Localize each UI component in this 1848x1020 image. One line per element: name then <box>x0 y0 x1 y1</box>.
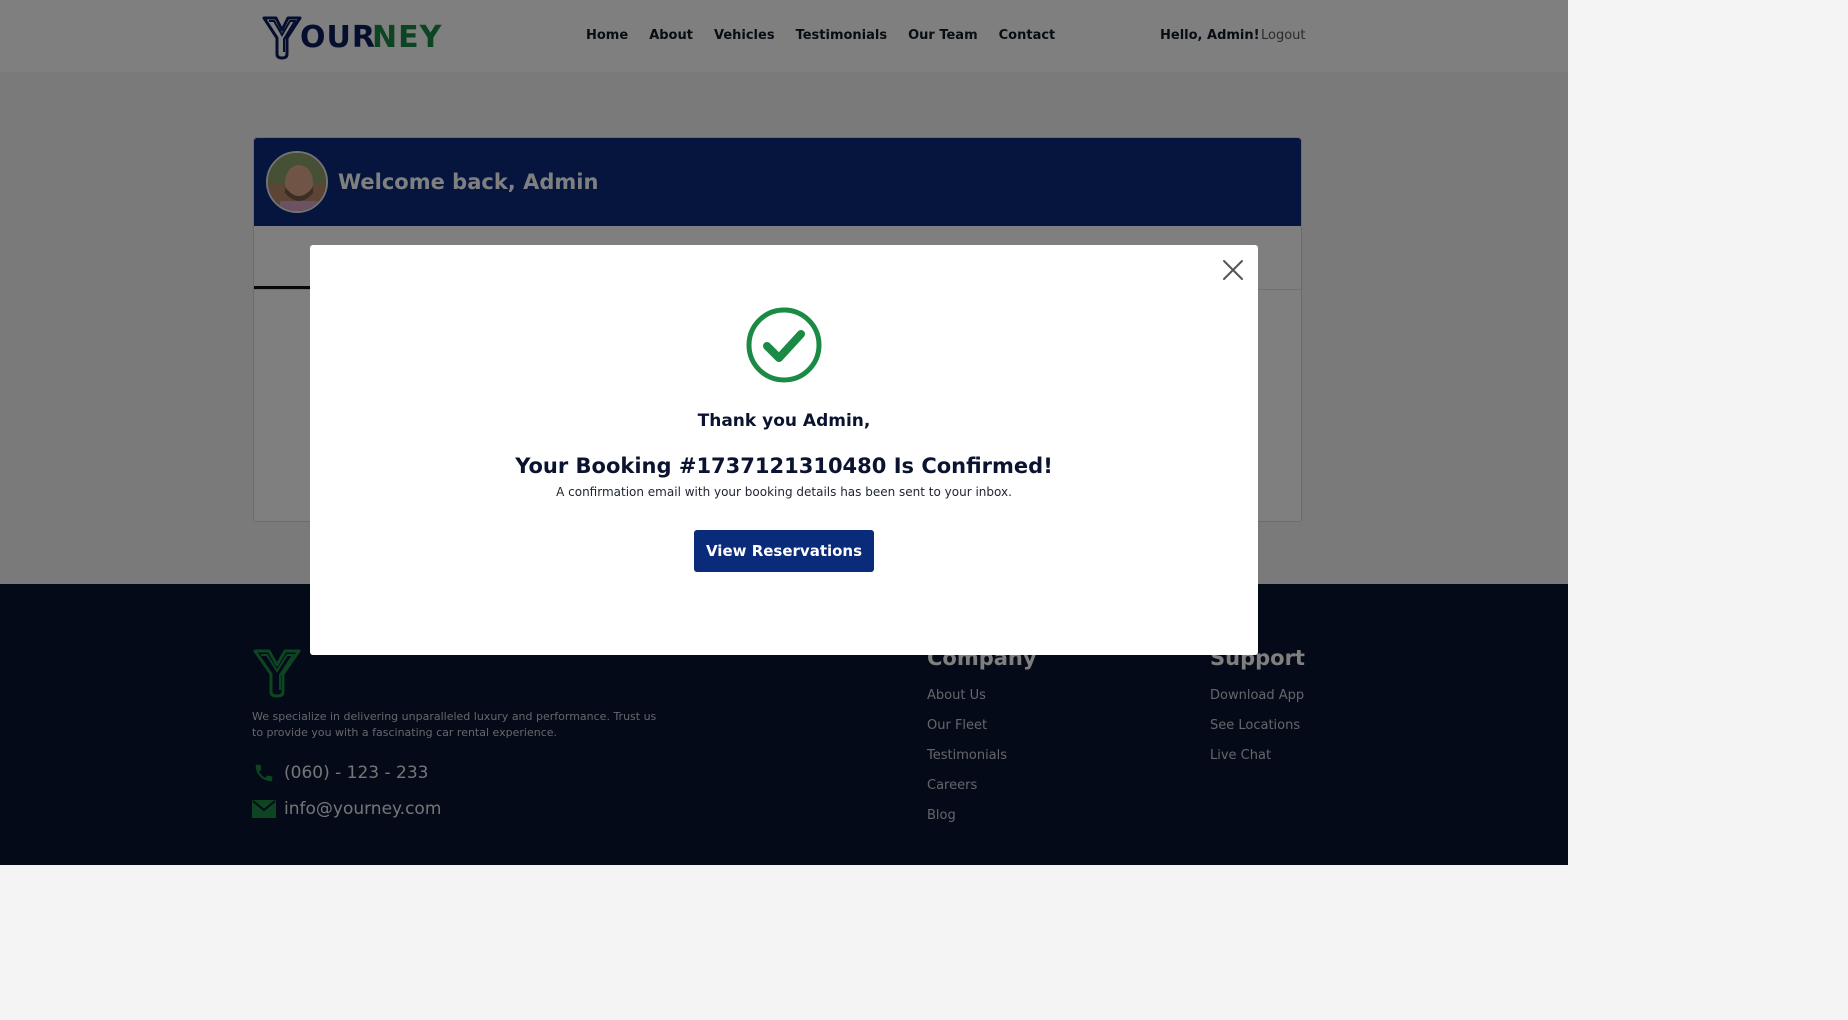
view-reservations-button[interactable]: View Reservations <box>694 530 874 572</box>
thank-you-text: Thank you Admin, <box>697 411 871 431</box>
confirmation-message: A confirmation email with your booking d… <box>556 485 1012 499</box>
close-icon[interactable] <box>1222 259 1244 281</box>
booking-confirmed-heading: Your Booking #1737121310480 Is Confirmed… <box>515 454 1053 478</box>
check-circle-icon <box>746 307 822 383</box>
booking-confirmation-modal: Thank you Admin, Your Booking #173712131… <box>310 245 1258 655</box>
